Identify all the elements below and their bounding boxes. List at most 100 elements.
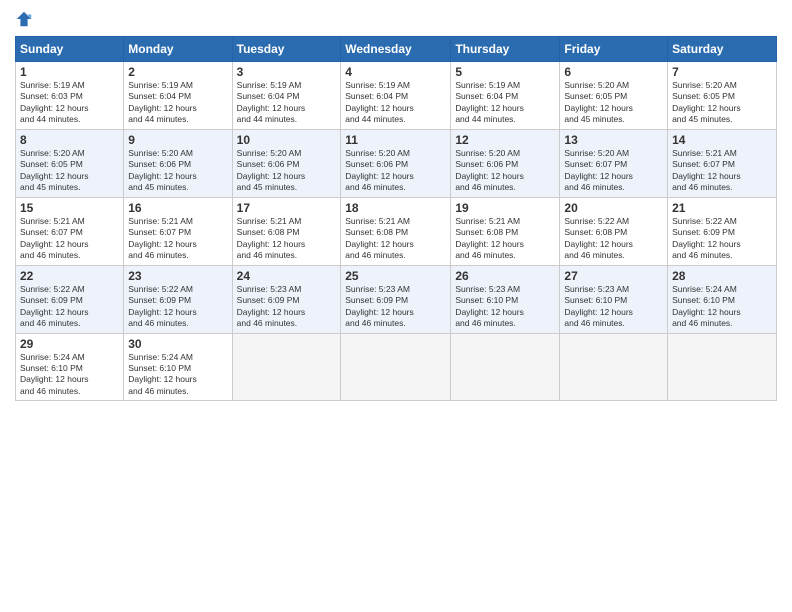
calendar-cell: 4Sunrise: 5:19 AM Sunset: 6:04 PM Daylig…: [341, 62, 451, 130]
day-info: Sunrise: 5:21 AM Sunset: 6:08 PM Dayligh…: [345, 216, 446, 262]
calendar-cell: 2Sunrise: 5:19 AM Sunset: 6:04 PM Daylig…: [124, 62, 232, 130]
day-info: Sunrise: 5:22 AM Sunset: 6:09 PM Dayligh…: [672, 216, 772, 262]
weekday-header-wednesday: Wednesday: [341, 37, 451, 62]
calendar-cell: 1Sunrise: 5:19 AM Sunset: 6:03 PM Daylig…: [16, 62, 124, 130]
day-info: Sunrise: 5:23 AM Sunset: 6:09 PM Dayligh…: [237, 284, 337, 330]
day-info: Sunrise: 5:23 AM Sunset: 6:10 PM Dayligh…: [564, 284, 663, 330]
calendar-cell: 14Sunrise: 5:21 AM Sunset: 6:07 PM Dayli…: [668, 129, 777, 197]
logo: [15, 10, 35, 28]
calendar-cell: [560, 333, 668, 401]
day-info: Sunrise: 5:21 AM Sunset: 6:08 PM Dayligh…: [237, 216, 337, 262]
calendar-cell: 29Sunrise: 5:24 AM Sunset: 6:10 PM Dayli…: [16, 333, 124, 401]
calendar-week-row: 8Sunrise: 5:20 AM Sunset: 6:05 PM Daylig…: [16, 129, 777, 197]
calendar-cell: 8Sunrise: 5:20 AM Sunset: 6:05 PM Daylig…: [16, 129, 124, 197]
weekday-header-sunday: Sunday: [16, 37, 124, 62]
calendar-cell: 9Sunrise: 5:20 AM Sunset: 6:06 PM Daylig…: [124, 129, 232, 197]
weekday-header-monday: Monday: [124, 37, 232, 62]
day-number: 8: [20, 133, 119, 147]
header: [15, 10, 777, 28]
day-number: 29: [20, 337, 119, 351]
calendar-cell: [451, 333, 560, 401]
calendar-cell: 23Sunrise: 5:22 AM Sunset: 6:09 PM Dayli…: [124, 265, 232, 333]
day-number: 22: [20, 269, 119, 283]
day-number: 7: [672, 65, 772, 79]
day-info: Sunrise: 5:19 AM Sunset: 6:04 PM Dayligh…: [128, 80, 227, 126]
calendar-cell: 25Sunrise: 5:23 AM Sunset: 6:09 PM Dayli…: [341, 265, 451, 333]
calendar-week-row: 1Sunrise: 5:19 AM Sunset: 6:03 PM Daylig…: [16, 62, 777, 130]
day-number: 25: [345, 269, 446, 283]
calendar-cell: 24Sunrise: 5:23 AM Sunset: 6:09 PM Dayli…: [232, 265, 341, 333]
calendar-cell: 30Sunrise: 5:24 AM Sunset: 6:10 PM Dayli…: [124, 333, 232, 401]
calendar-cell: 19Sunrise: 5:21 AM Sunset: 6:08 PM Dayli…: [451, 197, 560, 265]
day-number: 15: [20, 201, 119, 215]
calendar-cell: 15Sunrise: 5:21 AM Sunset: 6:07 PM Dayli…: [16, 197, 124, 265]
calendar-cell: 16Sunrise: 5:21 AM Sunset: 6:07 PM Dayli…: [124, 197, 232, 265]
calendar-week-row: 15 Sunrise: 5:21 AM Sunset: 6:07 PM Dayli…: [16, 197, 777, 265]
day-number: 17: [237, 201, 337, 215]
day-number: 11: [345, 133, 446, 147]
calendar-cell: 22Sunrise: 5:22 AM Sunset: 6:09 PM Dayli…: [16, 265, 124, 333]
weekday-header-thursday: Thursday: [451, 37, 560, 62]
calendar-table: SundayMondayTuesdayWednesdayThursdayFrid…: [15, 36, 777, 401]
day-info: Sunrise: 5:21 AM Sunset: 6:07 PM Dayligh…: [128, 216, 227, 262]
calendar-cell: 7Sunrise: 5:20 AM Sunset: 6:05 PM Daylig…: [668, 62, 777, 130]
day-number: 20: [564, 201, 663, 215]
calendar-cell: [232, 333, 341, 401]
day-number: 28: [672, 269, 772, 283]
day-info: Sunrise: 5:20 AM Sunset: 6:07 PM Dayligh…: [564, 148, 663, 194]
day-number: 2: [128, 65, 227, 79]
day-info: Sunrise: 5:20 AM Sunset: 6:05 PM Dayligh…: [672, 80, 772, 126]
day-info: Sunrise: 5:19 AM Sunset: 6:03 PM Dayligh…: [20, 80, 119, 126]
day-number: 3: [237, 65, 337, 79]
weekday-header-friday: Friday: [560, 37, 668, 62]
calendar-cell: 11Sunrise: 5:20 AM Sunset: 6:06 PM Dayli…: [341, 129, 451, 197]
calendar-cell: 20Sunrise: 5:22 AM Sunset: 6:08 PM Dayli…: [560, 197, 668, 265]
day-info: Sunrise: 5:23 AM Sunset: 6:10 PM Dayligh…: [455, 284, 555, 330]
day-number: 21: [672, 201, 772, 215]
calendar-cell: 26Sunrise: 5:23 AM Sunset: 6:10 PM Dayli…: [451, 265, 560, 333]
day-number: 30: [128, 337, 227, 351]
day-number: 14: [672, 133, 772, 147]
day-info: Sunrise: 5:19 AM Sunset: 6:04 PM Dayligh…: [345, 80, 446, 126]
calendar-week-row: 22Sunrise: 5:22 AM Sunset: 6:09 PM Dayli…: [16, 265, 777, 333]
calendar-cell: 6Sunrise: 5:20 AM Sunset: 6:05 PM Daylig…: [560, 62, 668, 130]
day-info: Sunrise: 5:24 AM Sunset: 6:10 PM Dayligh…: [672, 284, 772, 330]
calendar-cell: 12Sunrise: 5:20 AM Sunset: 6:06 PM Dayli…: [451, 129, 560, 197]
calendar-cell: 13Sunrise: 5:20 AM Sunset: 6:07 PM Dayli…: [560, 129, 668, 197]
day-number: 9: [128, 133, 227, 147]
day-info: Sunrise: 5:22 AM Sunset: 6:09 PM Dayligh…: [20, 284, 119, 330]
day-info: Sunrise: 5:19 AM Sunset: 6:04 PM Dayligh…: [455, 80, 555, 126]
day-number: 26: [455, 269, 555, 283]
calendar-cell: [341, 333, 451, 401]
day-info: Sunrise: 5:20 AM Sunset: 6:05 PM Dayligh…: [20, 148, 119, 194]
day-info: Sunrise: 5:21 AM Sunset: 6:08 PM Dayligh…: [455, 216, 555, 262]
day-number: 5: [455, 65, 555, 79]
weekday-header-saturday: Saturday: [668, 37, 777, 62]
day-number: 24: [237, 269, 337, 283]
day-info: Sunrise: 5:20 AM Sunset: 6:06 PM Dayligh…: [345, 148, 446, 194]
page: SundayMondayTuesdayWednesdayThursdayFrid…: [0, 0, 792, 612]
day-number: 19: [455, 201, 555, 215]
calendar-header-row: SundayMondayTuesdayWednesdayThursdayFrid…: [16, 37, 777, 62]
day-info: Sunrise: 5:24 AM Sunset: 6:10 PM Dayligh…: [128, 352, 227, 398]
day-info: Sunrise: 5:20 AM Sunset: 6:06 PM Dayligh…: [455, 148, 555, 194]
day-info: Sunrise: 5:20 AM Sunset: 6:05 PM Dayligh…: [564, 80, 663, 126]
day-number: 18: [345, 201, 446, 215]
calendar-cell: 18Sunrise: 5:21 AM Sunset: 6:08 PM Dayli…: [341, 197, 451, 265]
day-number: 16: [128, 201, 227, 215]
day-number: 4: [345, 65, 446, 79]
day-number: 12: [455, 133, 555, 147]
day-info: Sunrise: 5:22 AM Sunset: 6:08 PM Dayligh…: [564, 216, 663, 262]
calendar-cell: [668, 333, 777, 401]
day-number: 23: [128, 269, 227, 283]
day-number: 6: [564, 65, 663, 79]
day-info: Sunrise: 5:21 AM Sunset: 6:07 PM Dayligh…: [672, 148, 772, 194]
day-info: Sunrise: 5:22 AM Sunset: 6:09 PM Dayligh…: [128, 284, 227, 330]
calendar-cell: 21Sunrise: 5:22 AM Sunset: 6:09 PM Dayli…: [668, 197, 777, 265]
day-info: Sunrise: 5:19 AM Sunset: 6:04 PM Dayligh…: [237, 80, 337, 126]
calendar-cell: 10Sunrise: 5:20 AM Sunset: 6:06 PM Dayli…: [232, 129, 341, 197]
day-number: 13: [564, 133, 663, 147]
day-number: 27: [564, 269, 663, 283]
weekday-header-tuesday: Tuesday: [232, 37, 341, 62]
calendar-cell: 28Sunrise: 5:24 AM Sunset: 6:10 PM Dayli…: [668, 265, 777, 333]
